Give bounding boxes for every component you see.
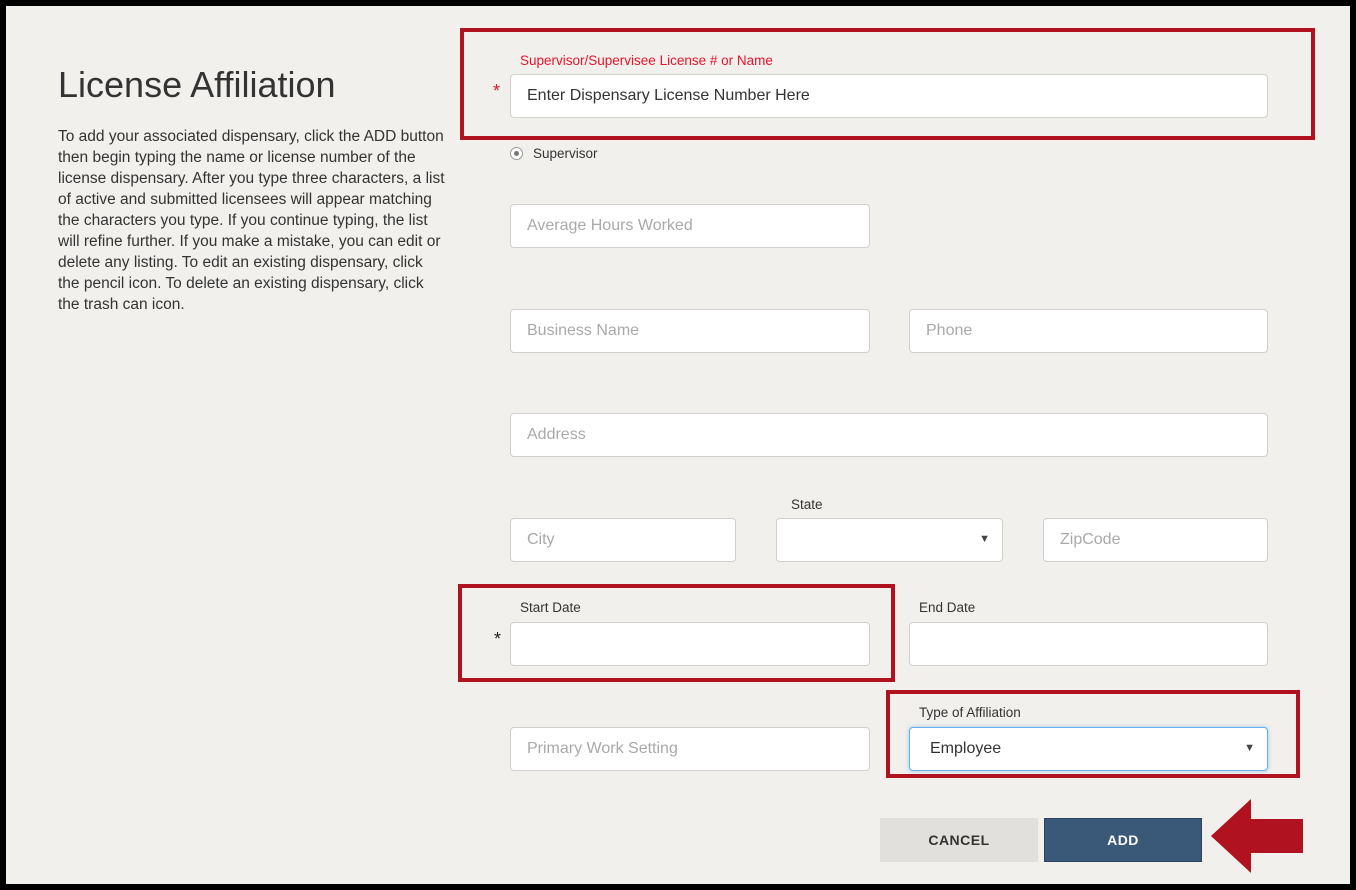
phone-input[interactable]: [909, 309, 1268, 353]
average-hours-input[interactable]: [510, 204, 870, 248]
license-affiliation-panel: License Affiliation To add your associat…: [6, 6, 1350, 884]
help-text: To add your associated dispensary, click…: [58, 128, 445, 313]
address-input[interactable]: [510, 413, 1268, 457]
supervisor-radio-option[interactable]: Supervisor: [510, 146, 598, 161]
license-field-highlight: [460, 28, 1315, 140]
arrow-left-icon: [1211, 799, 1303, 873]
primary-work-setting-input[interactable]: [510, 727, 870, 771]
state-select[interactable]: ▼: [776, 518, 1003, 562]
affiliation-type-highlight: [886, 690, 1300, 778]
end-date-label: End Date: [919, 600, 976, 615]
add-button[interactable]: ADD: [1044, 818, 1202, 862]
zipcode-input[interactable]: [1043, 518, 1268, 562]
supervisor-radio[interactable]: [510, 147, 523, 160]
chevron-down-icon: ▼: [979, 533, 990, 545]
start-date-highlight: [458, 584, 895, 682]
city-input[interactable]: [510, 518, 736, 562]
cancel-button[interactable]: CANCEL: [880, 818, 1038, 862]
business-name-input[interactable]: [510, 309, 870, 353]
page-title: License Affiliation: [58, 64, 336, 105]
state-label: State: [791, 497, 823, 512]
end-date-input[interactable]: [909, 622, 1268, 666]
supervisor-radio-label: Supervisor: [533, 146, 598, 161]
